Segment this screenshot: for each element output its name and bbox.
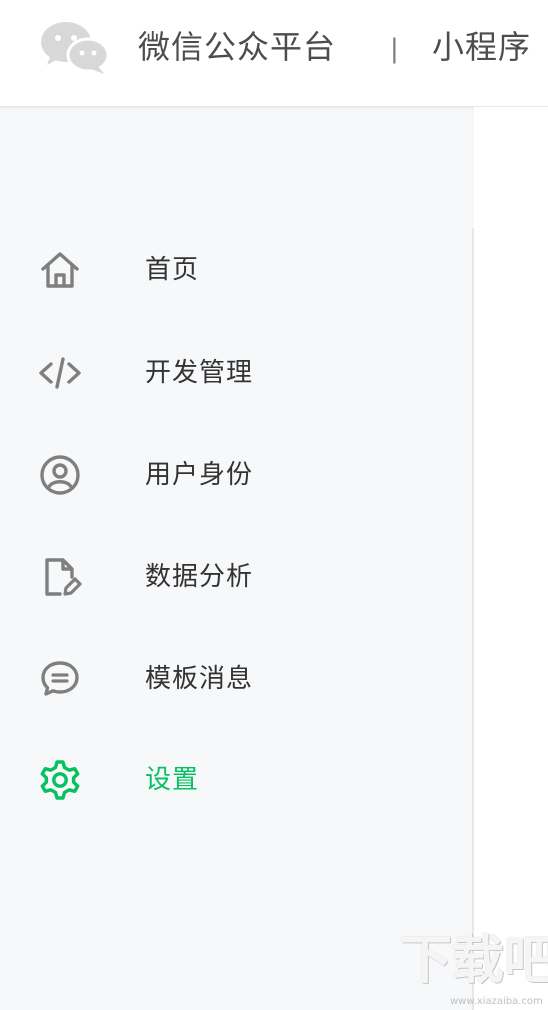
sidebar-item-data-analysis[interactable]: 数据分析 <box>0 547 472 607</box>
content-divider <box>472 228 474 1010</box>
code-icon <box>39 357 81 389</box>
message-bubble-icon <box>41 661 79 696</box>
wechat-logo-icon <box>41 22 110 74</box>
watermark-url: www.xiazaiba.com <box>450 996 543 1007</box>
home-icon <box>41 252 79 288</box>
sidebar-item-label: 数据分析 <box>145 562 254 592</box>
sidebar-item-dev-management[interactable]: 开发管理 <box>0 343 472 403</box>
user-circle-icon <box>40 455 80 495</box>
sidebar-item-user-identity[interactable]: 用户身份 <box>0 445 472 505</box>
sidebar-item-template-messages[interactable]: 模板消息 <box>0 649 472 709</box>
top-header: 微信公众平台 | 小程序 <box>0 0 548 107</box>
sidebar-item-home[interactable]: 首页 <box>0 240 472 300</box>
product-title: 小程序 <box>432 28 532 66</box>
sidebar-item-label: 首页 <box>145 255 200 285</box>
main-content-area <box>474 107 548 1010</box>
watermark-logo: 下载吧 <box>400 932 548 991</box>
sidebar-nav: 首页 开发管理 用户身份 数据分析 模板消息 设置 <box>0 107 472 1010</box>
gear-icon <box>40 760 80 800</box>
sidebar-item-label: 用户身份 <box>145 460 254 490</box>
sidebar-item-settings[interactable]: 设置 <box>0 750 472 810</box>
sidebar-item-label: 开发管理 <box>145 358 254 388</box>
platform-title[interactable]: 微信公众平台 <box>138 27 336 67</box>
title-divider: | <box>390 34 399 64</box>
sidebar-item-label: 模板消息 <box>145 664 254 694</box>
document-edit-icon <box>45 558 82 596</box>
sidebar-item-label: 设置 <box>145 765 200 795</box>
